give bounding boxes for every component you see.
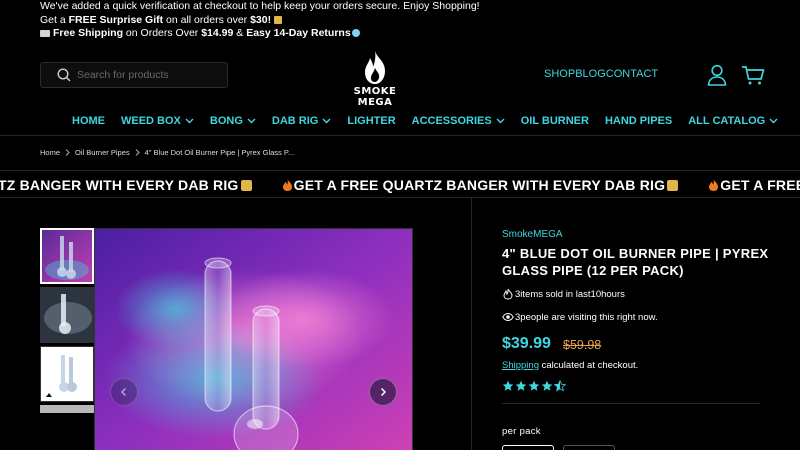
product-title: 4" BLUE DOT OIL BURNER PIPE | PYREX GLAS… — [502, 246, 769, 278]
star-icon — [502, 380, 514, 391]
nav-item-hand-pipes[interactable]: HAND PIPES — [605, 115, 672, 127]
main-product-image[interactable] — [94, 228, 413, 450]
search-icon — [57, 68, 71, 82]
nav-item-weed-box[interactable]: WEED BOX — [121, 115, 194, 127]
product-vendor[interactable]: SmokeMEGA — [502, 229, 563, 240]
breadcrumb-category[interactable]: Oil Burner Pipes — [75, 148, 130, 157]
flame-logo-icon — [365, 51, 385, 84]
thumbnail-1[interactable] — [40, 228, 94, 284]
nav-item-oil-burner[interactable]: OIL BURNER — [521, 115, 589, 127]
column-divider — [471, 198, 472, 450]
account-icon[interactable] — [707, 64, 727, 86]
nav-divider — [0, 135, 800, 136]
nav-item-all-catalog[interactable]: ALL CATALOG — [688, 115, 778, 127]
shop-link[interactable]: SHOP — [544, 68, 575, 80]
product-thumbnail-image — [41, 288, 93, 342]
announcement-line-2: Get a FREE Surprise Gift on all orders o… — [40, 14, 480, 28]
announcement-line-1: We've added a quick verification at chec… — [40, 0, 480, 12]
chevron-left-icon — [120, 387, 127, 397]
breadcrumb-current: 4" Blue Dot Oil Burner Pipe | Pyrex Glas… — [144, 148, 295, 157]
sold-indicator: 3 items sold in last 10 hours — [502, 288, 625, 300]
blog-link[interactable]: BLOG — [575, 68, 606, 80]
search-box[interactable] — [40, 62, 228, 88]
announcement-bar: We've added a quick verification at chec… — [40, 0, 480, 41]
thumbnail-3[interactable] — [40, 346, 94, 402]
nav-item-lighter[interactable]: LIGHTER — [347, 115, 395, 127]
breadcrumb-home[interactable]: Home — [40, 148, 60, 157]
chevron-down-icon — [247, 118, 256, 124]
sale-price: $39.99 — [502, 335, 551, 352]
pack-option[interactable] — [563, 445, 615, 450]
option-label: per pack — [502, 426, 541, 437]
truck-icon — [40, 29, 50, 37]
fire-outline-icon — [503, 288, 513, 300]
nav-item-dab-rig[interactable]: DAB RIG — [272, 115, 331, 127]
chevron-down-icon — [769, 118, 778, 124]
chevron-right-icon — [135, 149, 140, 156]
gift-box-icon — [667, 180, 679, 191]
search-input[interactable] — [77, 69, 217, 81]
cart-icon[interactable] — [741, 64, 765, 86]
pack-option-selected[interactable] — [502, 445, 554, 450]
marquee-segment: GET A FREE QUARTZ BANGER WITH EVERY DAB … — [282, 177, 679, 193]
thumbnail-2[interactable] — [40, 287, 94, 343]
announcement-line-3: Free Shipping on Orders Over $14.99 & Ea… — [40, 27, 480, 41]
prev-image-button[interactable] — [110, 378, 138, 406]
next-image-button[interactable] — [369, 378, 397, 406]
shipping-note: Shipping calculated at checkout. — [502, 360, 639, 371]
shipping-link[interactable]: Shipping — [502, 360, 539, 371]
star-icon — [541, 380, 553, 391]
disc-icon — [351, 29, 360, 38]
chevron-down-icon — [185, 118, 194, 124]
chevron-right-icon — [65, 149, 70, 156]
visitors-indicator: 3 people are visiting this right now. — [502, 311, 658, 323]
eye-icon — [502, 312, 514, 322]
info-divider — [502, 403, 760, 404]
nav-item-accessories[interactable]: ACCESSORIES — [412, 115, 505, 127]
chevron-down-icon — [496, 118, 505, 124]
sold-unit: hours — [601, 288, 625, 300]
compare-price: $59.98 — [563, 338, 602, 352]
chevron-right-icon — [380, 387, 387, 397]
sold-text: items sold in last — [520, 288, 591, 300]
fire-icon — [282, 179, 292, 191]
marquee-segment: GET A FREE QUARTZ — [708, 177, 800, 193]
main-nav: HOME WEED BOX BONG DAB RIG LIGHTER ACCES… — [72, 115, 794, 127]
visiting-text: people are visiting this right now. — [520, 311, 658, 323]
gift-icon — [274, 15, 283, 24]
thumbnail-strip — [40, 228, 94, 413]
half-star-icon — [554, 380, 566, 392]
breadcrumb: Home Oil Burner Pipes 4" Blue Dot Oil Bu… — [40, 148, 294, 157]
logo-text: SMOKE MEGA — [353, 86, 397, 108]
nav-item-bong[interactable]: BONG — [210, 115, 256, 127]
site-logo[interactable]: SMOKE MEGA — [335, 50, 415, 108]
nav-item-home[interactable]: HOME — [72, 115, 105, 127]
chevron-down-icon — [322, 118, 331, 124]
product-photo — [95, 229, 412, 450]
product-thumbnail-image — [42, 230, 92, 282]
sold-hours: 10 — [590, 288, 602, 300]
promo-marquee: QUARTZ BANGER WITH EVERY DAB RIG GET A F… — [0, 170, 800, 198]
rating-stars[interactable] — [502, 380, 566, 392]
gift-highlight: FREE Surprise Gift — [68, 13, 164, 26]
header-links: SHOP BLOG CONTACT — [544, 68, 658, 80]
fire-icon — [709, 179, 719, 191]
contact-link[interactable]: CONTACT — [606, 68, 658, 80]
star-icon — [515, 380, 527, 391]
product-thumbnail-image — [41, 347, 93, 401]
star-icon — [528, 380, 540, 391]
thumbnail-4[interactable] — [40, 405, 94, 413]
gift-box-icon — [240, 180, 252, 191]
marquee-segment: QUARTZ BANGER WITH EVERY DAB RIG — [0, 177, 252, 193]
